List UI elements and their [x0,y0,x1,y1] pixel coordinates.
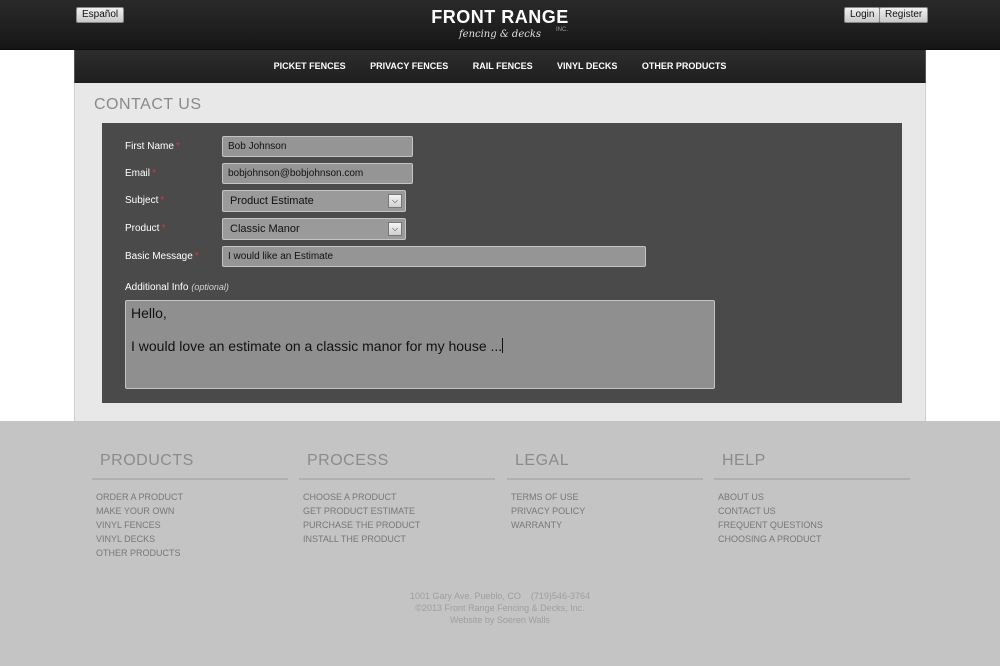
footer-column-help: HELP ABOUT US CONTACT US FREQUENT QUESTI… [714,421,910,546]
message-line: Hello, [131,305,167,321]
logo[interactable]: FRONT RANGE fencing & decks INC. [420,8,580,44]
product-select[interactable]: Classic Manor ⌵ [222,218,406,240]
subject-select[interactable]: Product Estimate ⌵ [222,190,406,212]
footer-column-title: HELP [714,421,910,480]
language-button[interactable]: Español [76,7,125,23]
footer-link[interactable]: MAKE YOUR OWN [96,504,288,518]
first-name-input[interactable]: Bob Johnson [222,136,413,157]
email-label: Email * [125,168,156,180]
footer-link[interactable]: GET PRODUCT ESTIMATE [303,504,495,518]
required-marker: * [194,251,199,262]
footer-link[interactable]: VINYL DECKS [96,532,288,546]
contact-form: First Name * Bob Johnson Email * bobjohnso… [102,123,902,403]
optional-note: (optional) [191,282,229,292]
footer-link[interactable]: CHOOSE A PRODUCT [303,490,495,504]
footer-link[interactable]: OTHER PRODUCTS [96,546,288,560]
register-button[interactable]: Register [879,7,929,23]
footer-link[interactable]: ORDER A PRODUCT [96,490,288,504]
text-caret [502,338,504,353]
chevron-down-icon[interactable]: ⌵ [388,194,402,208]
required-marker: * [161,223,166,234]
footer-link[interactable]: PRIVACY POLICY [511,504,703,518]
footer-link[interactable]: ABOUT US [718,490,910,504]
logo-title: FRONT RANGE [431,7,569,27]
email-input[interactable]: bobjohnson@bobjohnson.com [222,163,413,184]
footer-link[interactable]: TERMS OF USE [511,490,703,504]
additional-info-label-text: Additional Info [125,282,189,293]
page-title: CONTACT US [94,96,202,113]
footer-link[interactable]: PURCHASE THE PRODUCT [303,518,495,532]
nav-privacy-fences[interactable]: PRIVACY FENCES [370,50,448,83]
footer-link[interactable]: INSTALL THE PRODUCT [303,532,495,546]
content-panel: CONTACT US First Name * Bob Johnson Email… [74,83,926,421]
footer-link[interactable]: VINYL FENCES [96,518,288,532]
chevron-down-icon[interactable]: ⌵ [388,222,402,236]
footer-credit[interactable]: Website by Soeren Walls [0,614,1000,626]
nav-picket-fences[interactable]: PICKET FENCES [274,50,346,83]
message-line: I would love an estimate on a classic ma… [131,338,503,354]
subject-label-text: Subject [125,195,159,206]
required-marker: * [175,141,180,152]
footer-copyright: ©2013 Front Range Fencing & Decks, Inc. [415,603,585,613]
footer-column-title: LEGAL [507,421,703,480]
main-nav: PICKET FENCES PRIVACY FENCES RAIL FENCES… [74,50,926,83]
footer-column-title: PRODUCTS [92,421,288,480]
nav-other-products[interactable]: OTHER PRODUCTS [642,50,727,83]
footer-info: 1001 Gary Ave. Pueblo, CO (719)546-3764 … [0,590,1000,626]
basic-message-label-text: Basic Message [125,251,193,262]
footer-link[interactable]: CONTACT US [718,504,910,518]
footer: PRODUCTS ORDER A PRODUCT MAKE YOUR OWN V… [0,421,1000,666]
subject-label: Subject * [125,195,164,207]
footer-link[interactable]: FREQUENT QUESTIONS [718,518,910,532]
footer-column-legal: LEGAL TERMS OF USE PRIVACY POLICY WARRAN… [507,421,703,532]
basic-message-input[interactable]: I would like an Estimate [222,246,646,267]
email-label-text: Email [125,168,151,179]
footer-column-title: PROCESS [299,421,495,480]
required-marker: * [160,195,165,206]
nav-rail-fences[interactable]: RAIL FENCES [473,50,533,83]
footer-column-process: PROCESS CHOOSE A PRODUCT GET PRODUCT EST… [299,421,495,546]
first-name-label: First Name * [125,141,180,153]
first-name-label-text: First Name [125,141,174,152]
logo-inc: INC. [556,27,568,33]
product-label: Product * [125,223,165,235]
footer-column-products: PRODUCTS ORDER A PRODUCT MAKE YOUR OWN V… [92,421,288,560]
additional-info-textarea[interactable]: Hello, I would love an estimate on a cla… [125,300,715,389]
message-line-with-caret: I would love an estimate on a classic ma… [131,338,709,355]
product-label-text: Product [125,223,160,234]
footer-link[interactable]: WARRANTY [511,518,703,532]
product-select-value: Classic Manor [230,223,300,235]
nav-vinyl-decks[interactable]: VINYL DECKS [557,50,617,83]
required-marker: * [152,168,156,179]
subject-select-value: Product Estimate [230,195,314,207]
additional-info-label: Additional Info (optional) [125,281,229,294]
header-bar: Español FRONT RANGE fencing & decks INC.… [0,0,1000,50]
basic-message-label: Basic Message * [125,251,199,263]
footer-link[interactable]: CHOOSING A PRODUCT [718,532,910,546]
footer-address: 1001 Gary Ave. Pueblo, CO (719)546-3764 [410,591,590,601]
login-button[interactable]: Login [844,7,881,23]
